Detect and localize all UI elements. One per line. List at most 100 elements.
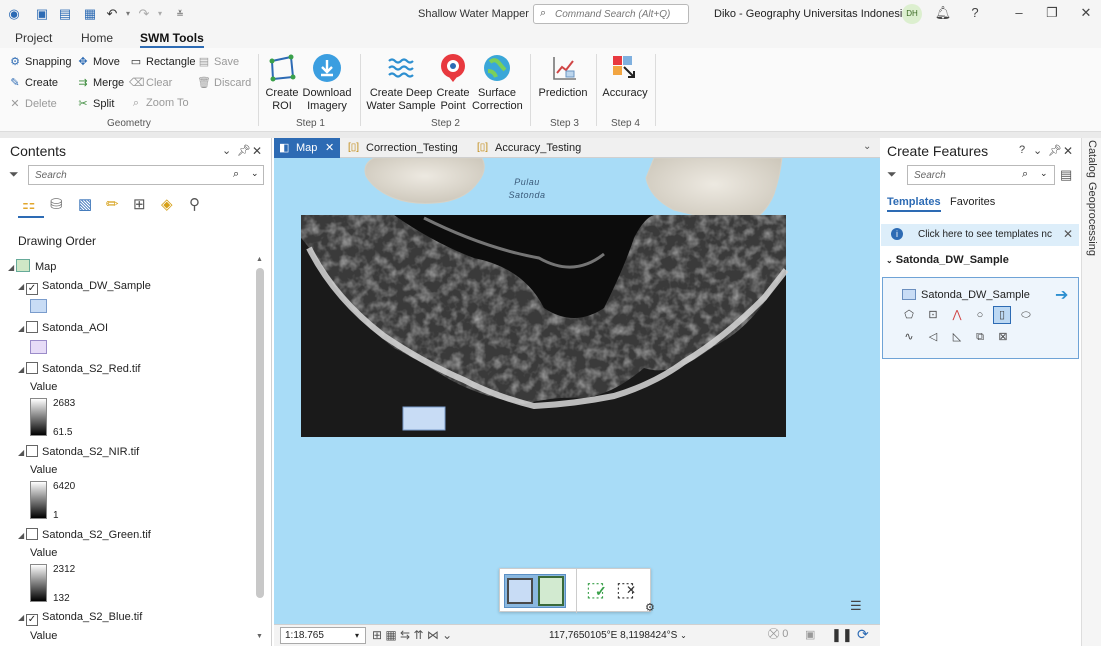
- trace-tool-icon[interactable]: ◁: [926, 330, 940, 344]
- prediction-button[interactable]: Prediction: [537, 53, 589, 100]
- map-nav-tools-icon[interactable]: ⊞ ▦ ⇆ ⇈ ⋈ ⌄: [372, 628, 452, 642]
- tab-correction-testing[interactable]: [▯] Correction_Testing: [344, 138, 470, 158]
- scale-select[interactable]: 1:18.765 ▾: [280, 627, 366, 644]
- layer-row[interactable]: ◢ Satonda_S2_NIR.tif: [18, 445, 139, 458]
- tab-accuracy-testing[interactable]: [▯] Accuracy_Testing: [473, 138, 593, 158]
- list-by-source-icon[interactable]: ⛁: [50, 195, 63, 213]
- rectangle-tool-icon[interactable]: ⊡: [926, 308, 940, 322]
- selection-count-icon[interactable]: ⛒ 0: [768, 628, 788, 641]
- layer-row[interactable]: ◢ ✓ Satonda_DW_Sample: [18, 280, 151, 295]
- command-search-input[interactable]: ⌕ Command Search (Alt+Q): [533, 4, 689, 24]
- refresh-cache-icon[interactable]: ▣: [805, 628, 815, 641]
- filter-icon[interactable]: ⏷: [9, 167, 19, 182]
- feature-template-card[interactable]: Satonda_DW_Sample ➔ ⬠ ⊡ ⋀ ○ ▯ ⬭ ∿ ◁ ◺ ⧉ …: [882, 277, 1079, 359]
- layer-visibility-checkbox[interactable]: [26, 362, 38, 374]
- open-folder-icon[interactable]: ▤: [57, 6, 73, 22]
- template-search-input[interactable]: Search ⌕ ⌄: [907, 165, 1055, 185]
- list-by-labeling-icon[interactable]: ◈: [161, 195, 173, 213]
- pause-drawing-icon[interactable]: ❚❚: [831, 627, 853, 643]
- customize-toolbar-icon[interactable]: ≚: [172, 6, 188, 22]
- close-tab-icon[interactable]: ✕: [325, 138, 334, 158]
- filter-icon[interactable]: ⏷: [887, 167, 897, 182]
- tab-swm-tools[interactable]: SWM Tools: [140, 31, 204, 48]
- layer-visibility-checkbox[interactable]: [26, 321, 38, 333]
- list-by-selection-icon[interactable]: ▧: [78, 195, 92, 213]
- scrollbar-thumb[interactable]: [256, 268, 264, 598]
- list-by-drawing-order-icon[interactable]: ⚏: [22, 195, 35, 213]
- layer-visibility-checkbox[interactable]: [26, 445, 38, 457]
- template-group-header[interactable]: ⌄ Satonda_DW_Sample: [886, 254, 1009, 266]
- save-icon[interactable]: ▦: [82, 6, 98, 22]
- avatar[interactable]: DH: [902, 4, 922, 24]
- split-polygon-tool-icon[interactable]: ⧉: [973, 330, 987, 344]
- info-banner[interactable]: i Click here to see templates nc ✕: [881, 224, 1079, 246]
- new-project-icon[interactable]: ▣: [34, 6, 50, 22]
- user-name[interactable]: Diko - Geography Universitas Indonesia: [714, 8, 908, 20]
- fill-tool-icon[interactable]: ⊠: [996, 330, 1010, 344]
- create-deep-water-sample-button[interactable]: Create Deep Water Sample: [366, 53, 436, 113]
- rectangle-active-tool-icon[interactable]: ▯: [993, 306, 1011, 324]
- layer-row[interactable]: ◢ Satonda_S2_Red.tif: [18, 362, 140, 375]
- scroll-up-icon[interactable]: ▲: [256, 256, 263, 263]
- tab-catalog[interactable]: Catalog: [1086, 140, 1098, 178]
- polygon-symbol-swatch[interactable]: [30, 299, 47, 313]
- list-by-editing-icon[interactable]: ✏︎: [106, 195, 119, 213]
- discard-button[interactable]: 🗑︎ Discard: [197, 76, 251, 89]
- map-canvas[interactable]: Pulau Satonda ⬚ ✓ ⬚ ✕ ⚙ ☰: [274, 158, 880, 624]
- notification-bell-icon[interactable]: 🔔︎: [934, 5, 952, 21]
- merge-button[interactable]: ⇉ Merge: [76, 76, 124, 89]
- list-by-snapping-icon[interactable]: ⊞: [133, 195, 146, 213]
- create-roi-button[interactable]: Create ROI: [264, 53, 300, 113]
- settings-gear-icon[interactable]: ⚙: [645, 601, 655, 614]
- delete-button[interactable]: ✕ Delete: [8, 97, 56, 110]
- chevron-down-icon[interactable]: ⌄: [680, 631, 687, 640]
- collapse-arrow-icon[interactable]: ◢: [18, 324, 26, 333]
- tab-project[interactable]: Project: [15, 31, 52, 45]
- polygon-tool-icon[interactable]: ⬠: [902, 308, 916, 322]
- tab-favorites[interactable]: Favorites: [950, 196, 995, 208]
- close-icon[interactable]: ✕: [1077, 5, 1095, 21]
- pane-options-icon[interactable]: ⌄: [222, 144, 231, 157]
- select-shape-button[interactable]: [507, 578, 533, 604]
- collapse-arrow-icon[interactable]: ◢: [18, 531, 26, 540]
- map-node[interactable]: ◢ Map: [8, 259, 56, 273]
- redo-dropdown-icon[interactable]: ▾: [152, 6, 168, 22]
- download-imagery-button[interactable]: Download Imagery: [302, 53, 352, 113]
- pin-icon[interactable]: 📌︎: [237, 144, 251, 157]
- surface-correction-button[interactable]: Surface Correction: [472, 53, 523, 113]
- circle-tool-icon[interactable]: ○: [973, 308, 987, 322]
- map-notes-icon[interactable]: ☰: [850, 598, 862, 614]
- snapping-button[interactable]: ⚙ Snapping: [8, 55, 71, 68]
- undo-icon[interactable]: ↶: [104, 6, 120, 22]
- redo-icon[interactable]: ↷: [136, 6, 152, 22]
- pane-options-icon[interactable]: ⌄: [1033, 144, 1042, 157]
- save-edits-button[interactable]: ▤ Save: [197, 55, 239, 68]
- freehand-tool-icon[interactable]: ∿: [902, 330, 916, 344]
- layer-visibility-checkbox[interactable]: [26, 528, 38, 540]
- ellipse-tool-icon[interactable]: ⬭: [1019, 308, 1033, 322]
- tab-map[interactable]: ◧ Map ✕: [274, 138, 340, 158]
- deep-water-sample-polygon[interactable]: [402, 406, 446, 431]
- tab-list-chevron-icon[interactable]: ⌄: [863, 141, 871, 152]
- rectangle-button[interactable]: ▭ Rectangle: [129, 55, 196, 68]
- collapse-arrow-icon[interactable]: ◢: [18, 613, 26, 622]
- tab-templates[interactable]: Templates: [887, 196, 941, 212]
- list-by-perspective-icon[interactable]: ⚲: [189, 195, 200, 213]
- split-button[interactable]: ✂ Split: [76, 97, 114, 110]
- collapse-arrow-icon[interactable]: ◢: [18, 365, 26, 374]
- collapse-arrow-icon[interactable]: ◢: [18, 282, 26, 291]
- chevron-down-icon[interactable]: ⌄: [1040, 168, 1048, 179]
- polygon-symbol-swatch[interactable]: [30, 340, 47, 354]
- contents-search-input[interactable]: Search ⌕ ⌄: [28, 165, 264, 185]
- close-pane-icon[interactable]: ✕: [252, 144, 262, 158]
- layer-row[interactable]: ◢ ✓ Satonda_S2_Blue.tif: [18, 611, 142, 626]
- help-icon[interactable]: ?: [966, 5, 984, 20]
- zoom-to-button[interactable]: ⌕ Zoom To: [129, 97, 189, 110]
- layer-visibility-checkbox[interactable]: ✓: [26, 614, 38, 626]
- collapse-arrow-icon[interactable]: ◢: [8, 263, 16, 272]
- right-angle-tool-icon[interactable]: ⋀: [950, 308, 964, 322]
- manage-templates-icon[interactable]: ▤: [1060, 167, 1072, 183]
- pin-icon[interactable]: 📌︎: [1048, 144, 1062, 157]
- move-button[interactable]: ✥ Move: [76, 55, 120, 68]
- help-icon[interactable]: ?: [1019, 144, 1025, 156]
